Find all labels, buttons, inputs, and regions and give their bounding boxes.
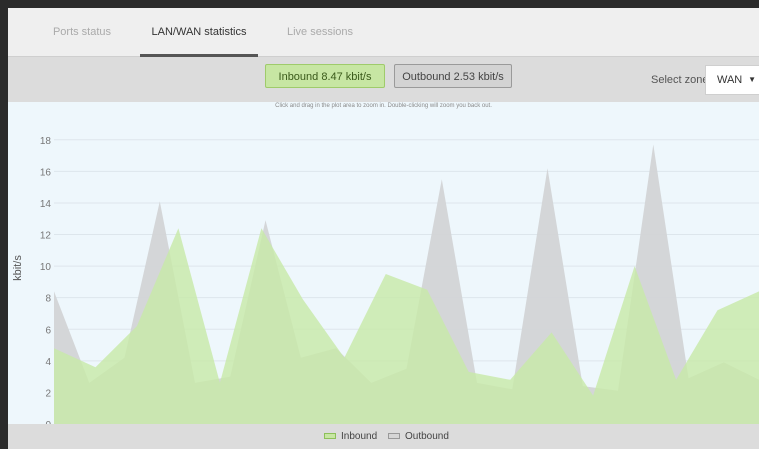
traffic-chart[interactable]: 024681012141618 kbit/s (8, 102, 759, 424)
y-tick-label: 2 (45, 388, 51, 399)
dropdown-arrow-icon: ▼ (748, 75, 756, 84)
legend-item-outbound[interactable]: Outbound (388, 424, 449, 449)
zoom-hint: Click and drag in the plot area to zoom … (275, 103, 492, 109)
toolbar: Inbound 8.47 kbit/s Outbound 2.53 kbit/s… (8, 57, 759, 102)
zone-select-label: Select zone: (651, 74, 712, 86)
legend-label-inbound: Inbound (341, 431, 378, 442)
statistics-panel: Ports status LAN/WAN statistics Live ses… (8, 8, 759, 449)
y-tick-label: 18 (40, 136, 52, 147)
y-tick-label: 4 (45, 357, 51, 368)
outbound-swatch (388, 433, 400, 440)
plot-area[interactable]: 024681012141618 kbit/s Click and drag in… (8, 102, 759, 424)
tab-lan-wan-statistics[interactable]: LAN/WAN statistics (140, 8, 258, 57)
y-axis-label: kbit/s (12, 255, 24, 281)
y-tick-label: 6 (45, 325, 51, 336)
inbound-toggle-button[interactable]: Inbound 8.47 kbit/s (265, 64, 385, 88)
y-tick-label: 12 (40, 231, 52, 242)
tab-live-sessions[interactable]: Live sessions (279, 8, 361, 56)
legend-label-outbound: Outbound (405, 431, 449, 442)
chart-legend: Inbound Outbound (8, 424, 759, 449)
outbound-toggle-button[interactable]: Outbound 2.53 kbit/s (394, 64, 512, 88)
y-tick-label: 16 (40, 167, 52, 178)
zone-select[interactable]: WAN ▼ (705, 65, 759, 95)
zone-select-value: WAN (717, 74, 743, 86)
tab-bar: Ports status LAN/WAN statistics Live ses… (8, 8, 759, 57)
legend-item-inbound[interactable]: Inbound (324, 424, 377, 449)
y-tick-label: 14 (40, 199, 52, 210)
y-tick-label: 10 (40, 262, 52, 273)
tab-ports-status[interactable]: Ports status (42, 8, 122, 56)
area-series (54, 144, 759, 424)
y-axis: 024681012141618 (40, 136, 52, 424)
inbound-swatch (324, 433, 336, 440)
y-tick-label: 8 (45, 294, 51, 305)
